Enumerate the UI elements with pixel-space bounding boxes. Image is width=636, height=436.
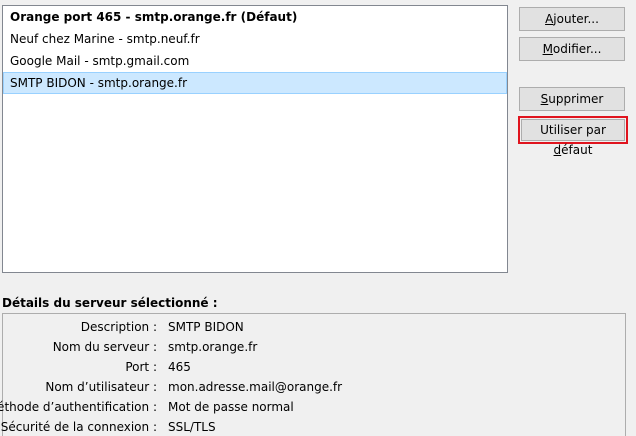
detail-row-description: Description : SMTP BIDON (3, 317, 625, 337)
detail-label: Méthode d’authentification : (0, 400, 157, 414)
smtp-server-list[interactable]: Orange port 465 - smtp.orange.fr (Défaut… (2, 5, 508, 273)
detail-value: 465 (168, 360, 191, 374)
details-panel: Description : SMTP BIDON Nom du serveur … (0, 313, 626, 436)
detail-label: Nom du serveur : (52, 340, 157, 354)
add-button[interactable]: Ajouter... (519, 7, 625, 31)
server-item-default[interactable]: Orange port 465 - smtp.orange.fr (Défaut… (3, 6, 507, 28)
detail-label: Nom d’utilisateur : (45, 380, 157, 394)
server-item-selected[interactable]: SMTP BIDON - smtp.orange.fr (3, 72, 507, 94)
detail-label: Description : (80, 320, 157, 334)
detail-row-username: Nom d’utilisateur : mon.adresse.mail@ora… (3, 377, 625, 397)
server-item[interactable]: Neuf chez Marine - smtp.neuf.fr (3, 28, 507, 50)
detail-value: Mot de passe normal (168, 400, 294, 414)
add-button-label: jouter... (553, 12, 599, 26)
server-item[interactable]: Google Mail - smtp.gmail.com (3, 50, 507, 72)
detail-row-auth-method: Méthode d’authentification : Mot de pass… (0, 397, 625, 417)
detail-value: smtp.orange.fr (168, 340, 258, 354)
set-default-button[interactable]: Utiliser par défaut (521, 119, 625, 157)
edit-button[interactable]: Modifier... (519, 37, 625, 61)
detail-value: mon.adresse.mail@orange.fr (168, 380, 343, 394)
detail-value: SSL/TLS (168, 420, 216, 434)
detail-row-connection-security: Sécurité de la connexion : SSL/TLS (0, 417, 625, 436)
delete-button-label: upprimer (548, 92, 604, 106)
edit-button-label: odifier... (552, 42, 602, 56)
edit-button-accel: M (542, 42, 553, 56)
detail-row-port: Port : 465 (3, 357, 625, 377)
detail-row-server-name: Nom du serveur : smtp.orange.fr (3, 337, 625, 357)
smtp-settings-panel: Orange port 465 - smtp.orange.fr (Défaut… (0, 0, 636, 436)
detail-label: Sécurité de la connexion : (0, 420, 157, 434)
set-default-label-start: Utiliser par (540, 123, 606, 137)
set-default-highlight: Utiliser par défaut (518, 116, 628, 157)
delete-button[interactable]: Supprimer (519, 87, 625, 111)
details-title: Détails du serveur sélectionné : (2, 296, 218, 310)
detail-value: SMTP BIDON (168, 320, 244, 334)
set-default-label-end: éfaut (561, 143, 593, 157)
detail-label: Port : (125, 360, 157, 374)
